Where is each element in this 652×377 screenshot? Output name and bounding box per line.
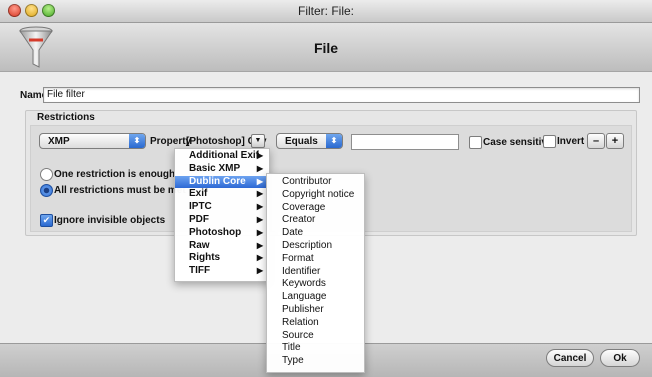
restriction-value-input[interactable]	[351, 134, 459, 150]
select-stepper-icon: ⬍	[326, 134, 342, 148]
any-restriction-label: One restriction is enough to pass	[54, 169, 176, 180]
menu-item-exif[interactable]: Exif ▶	[175, 188, 269, 201]
submenu-item-contributor[interactable]: Contributor	[267, 176, 364, 189]
remove-restriction-button[interactable]: –	[587, 133, 605, 149]
schema-select[interactable]: XMP ⬍	[39, 133, 146, 149]
menu-item-raw[interactable]: Raw ▶	[175, 240, 269, 253]
all-restrictions-label: All restrictions must be met	[54, 185, 186, 196]
name-field[interactable]: File filter	[43, 87, 640, 103]
submenu-item-publisher[interactable]: Publisher	[267, 304, 364, 317]
property-dropdown-button[interactable]: ▼	[251, 134, 265, 148]
submenu-item-format[interactable]: Format	[267, 253, 364, 266]
submenu-item-relation[interactable]: Relation	[267, 317, 364, 330]
submenu-item-coverage[interactable]: Coverage	[267, 202, 364, 215]
cancel-button[interactable]: Cancel	[546, 349, 594, 367]
submenu-item-source[interactable]: Source	[267, 330, 364, 343]
restrictions-title: Restrictions	[37, 112, 95, 123]
submenu-item-title[interactable]: Title	[267, 342, 364, 355]
submenu-arrow-icon: ▶	[256, 266, 263, 276]
submenu-arrow-icon: ▶	[256, 189, 263, 199]
submenu-item-creator[interactable]: Creator	[267, 214, 364, 227]
submenu-item-description[interactable]: Description	[267, 240, 364, 253]
page-title: File	[313, 40, 339, 56]
submenu-arrow-icon: ▶	[256, 176, 263, 186]
ignore-invisible-label: Ignore invisible objects	[54, 215, 166, 226]
submenu-arrow-icon: ▶	[256, 163, 263, 173]
any-restriction-radio[interactable]	[40, 168, 53, 181]
ok-button[interactable]: Ok	[600, 349, 640, 367]
menu-item-photoshop[interactable]: Photoshop ▶	[175, 227, 269, 240]
submenu-item-type[interactable]: Type	[267, 355, 364, 368]
dublin-core-submenu: Contributor Copyright notice Coverage Cr…	[266, 173, 365, 373]
submenu-arrow-icon: ▶	[256, 253, 263, 263]
schema-select-value: XMP	[48, 136, 70, 147]
operator-select-value: Equals	[285, 136, 318, 147]
window-title: Filter: File:	[297, 4, 354, 18]
menu-item-pdf[interactable]: PDF ▶	[175, 214, 269, 227]
submenu-arrow-icon: ▶	[256, 214, 263, 224]
ignore-invisible-checkbox[interactable]: ✔	[40, 214, 53, 227]
submenu-arrow-icon: ▶	[256, 202, 263, 212]
menu-item-basic-xmp[interactable]: Basic XMP ▶	[175, 163, 269, 176]
menu-item-iptc[interactable]: IPTC ▶	[175, 201, 269, 214]
submenu-arrow-icon: ▶	[256, 240, 263, 250]
submenu-item-date[interactable]: Date	[267, 227, 364, 240]
all-restrictions-radio[interactable]	[40, 184, 53, 197]
submenu-item-identifier[interactable]: Identifier	[267, 266, 364, 279]
menu-item-rights[interactable]: Rights ▶	[175, 252, 269, 265]
menu-item-dublin-core[interactable]: Dublin Core ▶	[175, 175, 269, 189]
submenu-item-copyright-notice[interactable]: Copyright notice	[267, 189, 364, 202]
property-label: Property	[150, 136, 192, 147]
submenu-arrow-icon: ▶	[256, 227, 263, 237]
invert-label: Invert	[557, 136, 585, 147]
menu-item-additional-exif[interactable]: Additional Exif ▶	[175, 150, 269, 163]
operator-select[interactable]: Equals ⬍	[276, 133, 343, 149]
menu-item-tiff[interactable]: TIFF ▶	[175, 265, 269, 278]
add-restriction-button[interactable]: +	[606, 133, 624, 149]
submenu-item-language[interactable]: Language	[267, 291, 364, 304]
submenu-item-keywords[interactable]: Keywords	[267, 278, 364, 291]
select-stepper-icon: ⬍	[129, 134, 145, 148]
case-sensitive-checkbox[interactable]	[469, 136, 482, 149]
property-menu: Additional Exif ▶ Basic XMP ▶ Dublin Core ▶…	[174, 148, 270, 282]
invert-checkbox[interactable]	[543, 135, 556, 148]
submenu-arrow-icon: ▶	[256, 151, 263, 160]
